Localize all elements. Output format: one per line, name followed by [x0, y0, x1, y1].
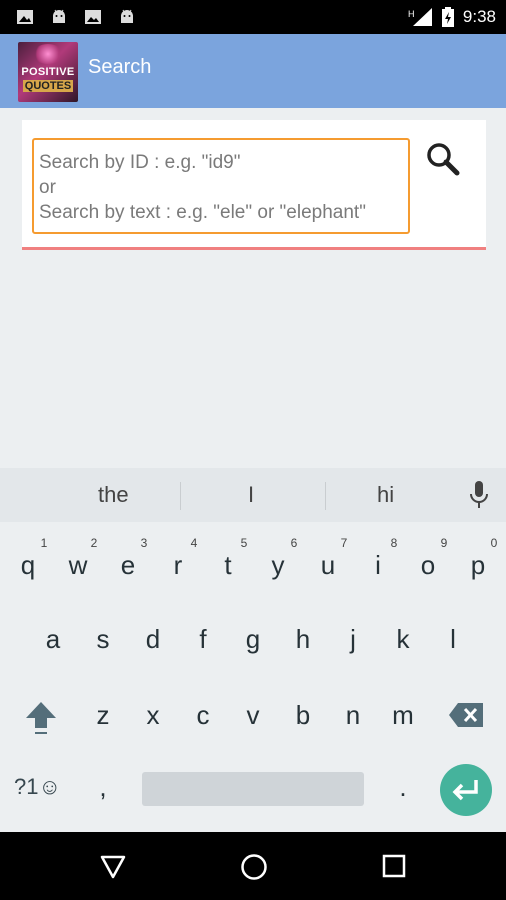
logo-burst	[33, 44, 63, 64]
key-hint: 8	[390, 536, 398, 550]
key-c[interactable]: c	[185, 700, 221, 731]
android-icon	[121, 9, 133, 23]
key-hint: 4	[190, 536, 198, 550]
key-f[interactable]: f	[185, 624, 221, 655]
key-hint: 3	[140, 536, 148, 550]
search-placeholder: Search by ID : e.g. "id9" or Search by t…	[39, 152, 366, 223]
key-d[interactable]: d	[135, 624, 171, 655]
key-r[interactable]: r	[160, 550, 196, 581]
suggestion-1[interactable]: the	[98, 482, 129, 508]
app-logo[interactable]: POSITIVE QUOTES	[18, 42, 78, 102]
key-m[interactable]: m	[385, 700, 421, 731]
key-n[interactable]: n	[335, 700, 371, 731]
suggestion-2[interactable]: I	[248, 482, 254, 508]
battery-icon	[441, 7, 454, 27]
app-bar: POSITIVE QUOTES Search	[0, 34, 506, 108]
enter-button[interactable]	[440, 764, 492, 816]
key-hint: 9	[440, 536, 448, 550]
key-q[interactable]: q	[10, 550, 46, 581]
logo-text-positive: POSITIVE	[21, 66, 75, 78]
logo-text-quotes: QUOTES	[23, 80, 73, 92]
key-comma[interactable]: ,	[85, 772, 121, 803]
search-input[interactable]: Search by ID : e.g. "id9" or Search by t…	[32, 138, 410, 234]
symbols-key[interactable]: ?1☺	[14, 774, 61, 800]
enter-icon	[452, 780, 478, 801]
backspace-icon[interactable]	[448, 702, 484, 728]
key-period[interactable]: .	[385, 772, 421, 803]
key-hint: 6	[290, 536, 298, 550]
microphone-icon[interactable]	[468, 478, 490, 512]
gallery-icon	[17, 10, 33, 24]
key-hint: 0	[490, 536, 498, 550]
key-z[interactable]: z	[85, 700, 121, 731]
recents-icon[interactable]	[381, 853, 407, 879]
key-p[interactable]: p	[460, 550, 496, 581]
key-g[interactable]: g	[235, 624, 271, 655]
key-o[interactable]: o	[410, 550, 446, 581]
key-i[interactable]: i	[360, 550, 396, 581]
suggestion-bar: the I hi	[0, 468, 506, 522]
key-v[interactable]: v	[235, 700, 271, 731]
space-bar[interactable]	[142, 772, 364, 806]
key-t[interactable]: t	[210, 550, 246, 581]
keyboard: the I hi 1 q 2 w 3 e 4 r 5 t 6 y 7 u 8 i…	[0, 468, 506, 832]
android-icon	[53, 9, 65, 23]
key-e[interactable]: e	[110, 550, 146, 581]
svg-text:H: H	[408, 9, 415, 19]
key-hint: 7	[340, 536, 348, 550]
key-y[interactable]: y	[260, 550, 296, 581]
search-icon[interactable]	[424, 140, 464, 180]
key-j[interactable]: j	[335, 624, 371, 655]
key-b[interactable]: b	[285, 700, 321, 731]
key-l[interactable]: l	[435, 624, 471, 655]
suggestion-3[interactable]: hi	[377, 482, 394, 508]
status-bar: H 9:38	[0, 0, 506, 34]
back-icon[interactable]	[99, 854, 127, 880]
shift-icon[interactable]	[24, 700, 58, 736]
key-s[interactable]: s	[85, 624, 121, 655]
key-x[interactable]: x	[135, 700, 171, 731]
key-a[interactable]: a	[35, 624, 71, 655]
search-underline	[22, 247, 486, 250]
key-w[interactable]: w	[60, 550, 96, 581]
key-u[interactable]: u	[310, 550, 346, 581]
key-hint: 1	[40, 536, 48, 550]
signal-icon: H	[408, 8, 432, 26]
status-time: 9:38	[462, 7, 496, 26]
key-hint: 2	[90, 536, 98, 550]
key-k[interactable]: k	[385, 624, 421, 655]
page-title: Search	[88, 56, 152, 78]
navigation-bar	[0, 832, 506, 900]
divider	[325, 482, 326, 510]
home-icon[interactable]	[239, 852, 269, 882]
divider	[180, 482, 181, 510]
key-h[interactable]: h	[285, 624, 321, 655]
image-icon	[85, 10, 101, 24]
key-hint: 5	[240, 536, 248, 550]
